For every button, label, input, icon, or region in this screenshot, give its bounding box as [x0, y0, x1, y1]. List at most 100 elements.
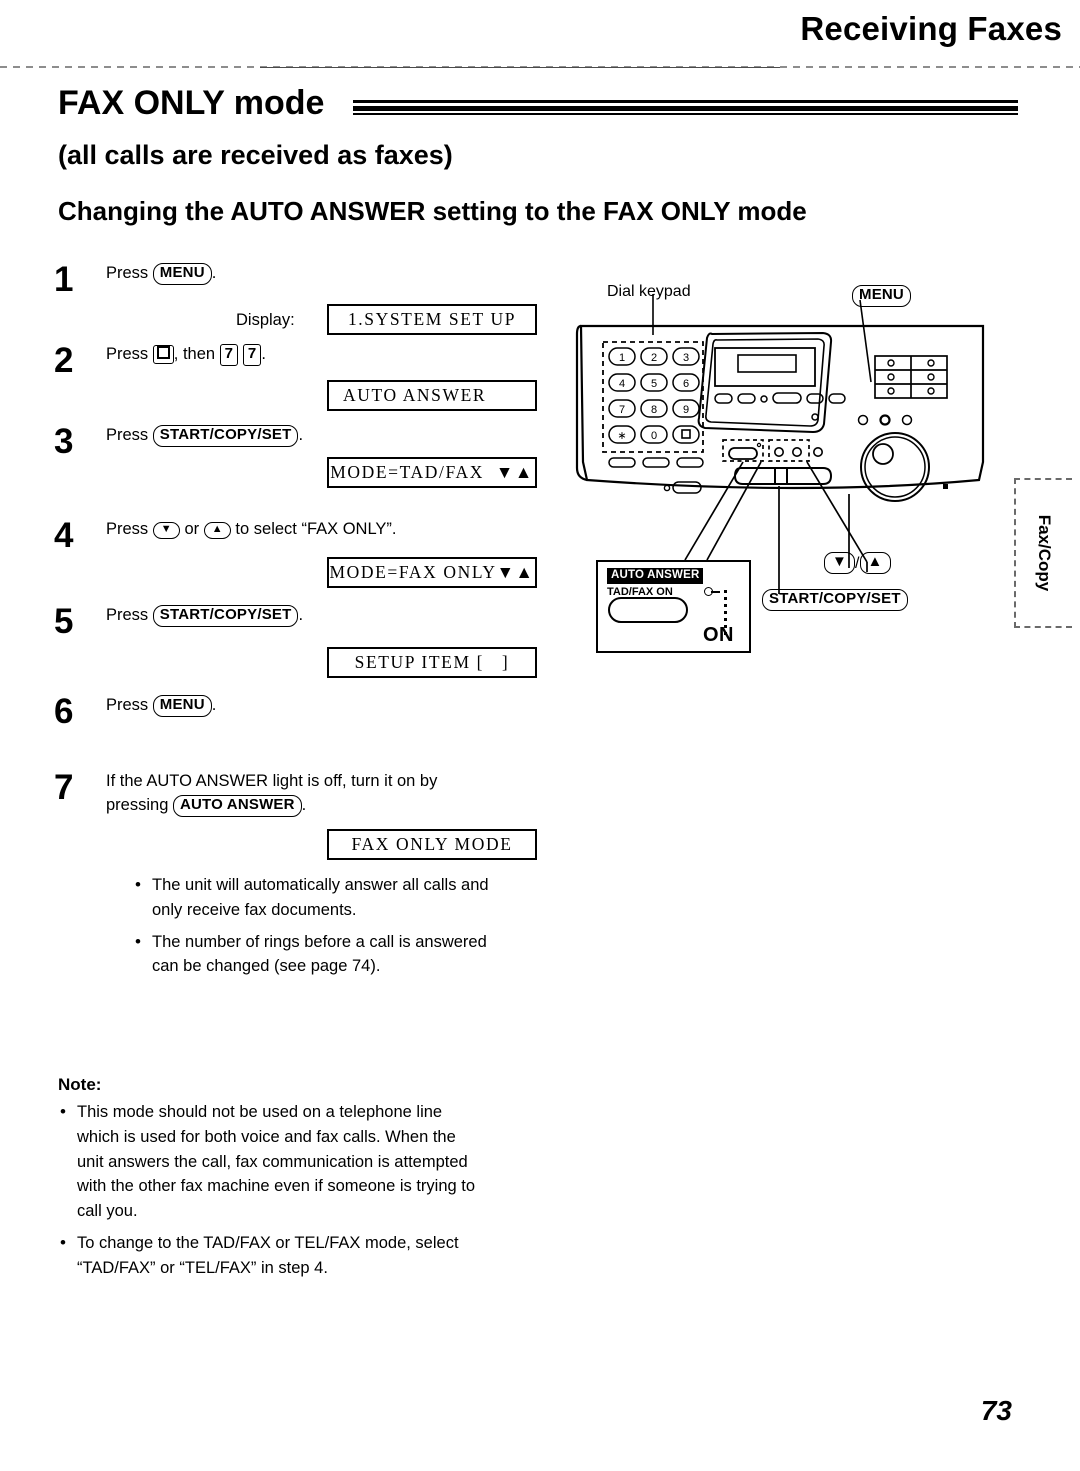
up-arrow-key: ▲	[203, 522, 231, 539]
index-tab-label: Fax/Copy	[1035, 514, 1054, 592]
press-label: Press	[106, 426, 149, 444]
svg-text:6: 6	[683, 378, 689, 390]
comma-then: , then	[173, 345, 216, 363]
step-number: 2	[54, 341, 74, 380]
bullet-line: which is used for both voice and fax cal…	[77, 1127, 456, 1146]
manual-page: Receiving Faxes FAX ONLY mode (all calls…	[0, 0, 1080, 1471]
period: .	[298, 426, 304, 444]
up-arrow-key-callout: ▲	[859, 552, 891, 574]
step-7-line-1: If the AUTO ANSWER light is off, turn it…	[106, 772, 438, 790]
bullet-line: can be changed (see page 74).	[152, 957, 381, 976]
step-instruction: Press , then 7 7.	[106, 343, 554, 367]
step-number: 5	[54, 602, 74, 641]
svg-text:1: 1	[619, 352, 625, 364]
callout-arrow-keys: ▼ / ▲	[824, 552, 891, 574]
digit-7-key-first: 7	[219, 344, 239, 366]
down-arrow-key-callout: ▼	[824, 552, 856, 574]
period: .	[261, 345, 266, 363]
lcd-step-4: MODE=FAX ONLY▼▲	[327, 557, 537, 588]
step-number: 1	[54, 260, 74, 299]
svg-text:0: 0	[651, 430, 657, 442]
list-item: This mode should not be used on a teleph…	[58, 1099, 558, 1224]
header-rule-accent	[260, 67, 780, 68]
pressing-label: pressing	[106, 795, 169, 814]
list-item: The unit will automatically answer all c…	[133, 872, 553, 923]
period: .	[211, 264, 217, 282]
step-1: 1 Press MENU.	[54, 262, 554, 298]
list-item: The number of rings before a call is ans…	[133, 929, 553, 980]
bullet-line: with the other fax machine even if someo…	[77, 1177, 476, 1196]
step-number: 7	[54, 768, 74, 807]
svg-text:2: 2	[651, 352, 657, 364]
bullet-line: “TAD/FAX” or “TEL/FAX” in step 4.	[77, 1258, 328, 1277]
step-instruction: Press MENU.	[106, 262, 554, 286]
press-label: Press	[106, 345, 149, 363]
svg-text:4: 4	[619, 378, 625, 390]
auto-answer-detail-box: AUTO ANSWER TAD/FAX ON ON	[596, 560, 751, 653]
auto-answer-key: AUTO ANSWER	[172, 794, 302, 817]
start-copy-set-key: START/COPY/SET	[152, 425, 299, 447]
svg-text:5: 5	[651, 378, 657, 390]
svg-text:∗: ∗	[617, 430, 626, 442]
start-copy-set-key-callout: START/COPY/SET	[762, 589, 908, 611]
hash-key-icon	[152, 345, 174, 365]
step-7: 7 If the AUTO ANSWER light is off, turn …	[54, 770, 574, 818]
on-label: ON	[703, 624, 734, 646]
auto-answer-badge: AUTO ANSWER	[607, 568, 704, 584]
step-instruction: Press ▼ or ▲ to select “FAX ONLY”.	[106, 518, 554, 542]
index-tab-fax-copy: Fax/Copy	[1014, 478, 1072, 628]
step-number: 6	[54, 692, 74, 731]
lcd-step-7: FAX ONLY MODE	[327, 829, 537, 860]
bullet-line: The number of rings before a call is ans…	[152, 932, 487, 951]
led-ray	[711, 591, 720, 593]
press-label: Press	[106, 264, 149, 282]
bullet-line: only receive fax documents.	[152, 900, 357, 919]
svg-text:3: 3	[683, 352, 689, 364]
display-label: Display:	[236, 311, 295, 329]
auto-answer-button[interactable]	[608, 597, 688, 623]
step-3: 3 Press START/COPY/SET.	[54, 424, 554, 460]
period: .	[301, 795, 307, 814]
procedure-title: Changing the AUTO ANSWER setting to the …	[58, 196, 807, 226]
step-number: 4	[54, 516, 74, 555]
step-instruction: Press START/COPY/SET.	[106, 424, 554, 448]
step-4-suffix: to select “FAX ONLY”.	[235, 520, 397, 538]
svg-text:9: 9	[683, 404, 689, 416]
bullet-line: To change to the TAD/FAX or TEL/FAX mode…	[77, 1233, 459, 1252]
period: .	[211, 696, 217, 714]
bullet-line: This mode should not be used on a teleph…	[77, 1103, 443, 1121]
press-label: Press	[106, 696, 149, 714]
lcd-step-2: AUTO ANSWER	[327, 380, 537, 411]
subtitle: (all calls are received as faxes)	[58, 140, 453, 170]
bullet-line: The unit will automatically answer all c…	[152, 876, 489, 894]
title-rule-group	[353, 100, 1018, 116]
running-head: Receiving Faxes	[800, 10, 1062, 47]
press-label: Press	[106, 606, 149, 624]
svg-text:8: 8	[651, 404, 657, 416]
page-number: 73	[980, 1395, 1012, 1426]
step-4: 4 Press ▼ or ▲ to select “FAX ONLY”.	[54, 518, 554, 554]
lcd-step-5: SETUP ITEM [ ]	[327, 647, 537, 678]
menu-key: MENU	[152, 695, 212, 717]
digit-7-key-second: 7	[242, 344, 262, 366]
period: .	[298, 606, 304, 624]
note-heading: Note:	[58, 1075, 102, 1094]
start-copy-set-key: START/COPY/SET	[152, 605, 299, 627]
step-5: 5 Press START/COPY/SET.	[54, 604, 554, 640]
bullet-line: call you.	[77, 1202, 138, 1220]
bullet-line: unit answers the call, fax communication…	[77, 1152, 468, 1171]
svg-text:7: 7	[619, 404, 625, 416]
note-bullet-list: This mode should not be used on a teleph…	[58, 1099, 558, 1287]
press-label: Press	[106, 520, 149, 538]
callout-start-copy-set: START/COPY/SET	[762, 589, 908, 611]
down-arrow-key: ▼	[152, 522, 180, 539]
step-instruction: Press MENU.	[106, 694, 554, 718]
step-instruction: Press START/COPY/SET.	[106, 604, 554, 628]
slash-separator: /	[855, 555, 860, 572]
section-title-row: FAX ONLY mode	[58, 84, 1018, 126]
step-number: 3	[54, 422, 74, 461]
or-label: or	[184, 520, 200, 538]
lcd-step-3: MODE=TAD/FAX ▼▲	[327, 457, 537, 488]
lcd-step-1: 1.SYSTEM SET UP	[327, 304, 537, 335]
list-item: To change to the TAD/FAX or TEL/FAX mode…	[58, 1230, 558, 1281]
